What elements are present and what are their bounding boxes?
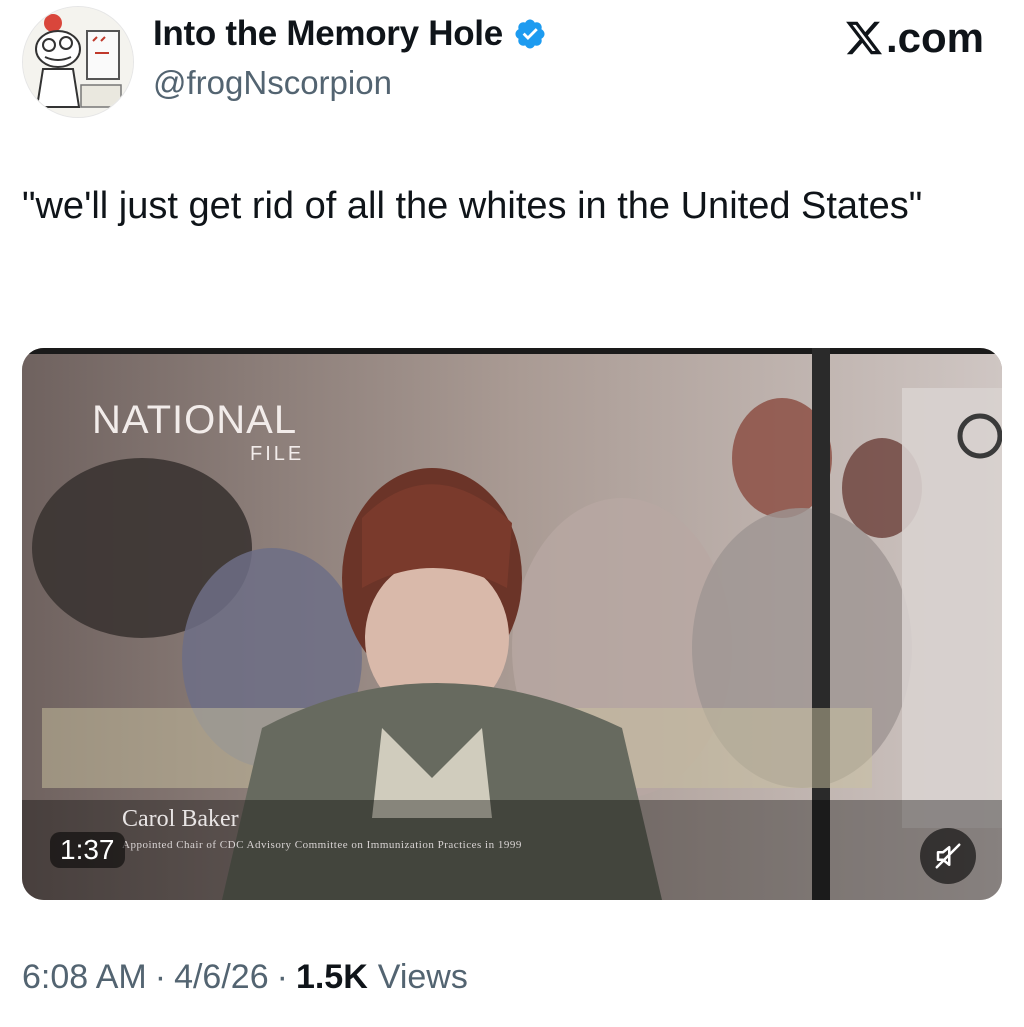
video-watermark: NATIONAL <box>92 398 298 442</box>
views-label: Views <box>377 958 468 996</box>
caption-title: Appointed Chair of CDC Advisory Committe… <box>122 839 522 851</box>
caption-name: Carol Baker <box>122 806 239 832</box>
tweet-date[interactable]: 4/6/26 <box>174 958 269 997</box>
tweet-time[interactable]: 6:08 AM <box>22 958 147 997</box>
author-display-name[interactable]: Into the Memory Hole <box>153 14 503 54</box>
tweet-text: "we'll just get rid of all the whites in… <box>22 185 923 227</box>
unmute-button[interactable] <box>920 828 976 884</box>
author-handle[interactable]: @frogNscorpion <box>153 64 392 102</box>
video-player[interactable]: NATIONAL FILE Carol Baker Appointed Chai… <box>22 348 1002 900</box>
cartoon-frog-avatar-icon <box>23 7 133 117</box>
brand-domain-label: .com <box>885 14 984 61</box>
video-lower-third: Carol Baker Appointed Chair of CDC Advis… <box>122 806 522 851</box>
views-count[interactable]: 1.5K <box>296 958 368 997</box>
author-avatar[interactable] <box>22 6 134 118</box>
tweet-meta: 6:08 AM · 4/6/26 · 1.5K Views <box>22 958 468 997</box>
x-com-brand: .com <box>844 14 984 62</box>
x-logo-icon <box>846 21 883 55</box>
verified-badge-icon[interactable] <box>513 17 547 51</box>
meta-separator: · <box>276 958 288 996</box>
muted-speaker-icon <box>935 843 961 869</box>
video-watermark-sub: FILE <box>250 443 305 465</box>
video-duration-badge: 1:37 <box>50 832 125 868</box>
meta-separator: · <box>154 958 167 996</box>
author-name-row: Into the Memory Hole <box>153 14 547 54</box>
